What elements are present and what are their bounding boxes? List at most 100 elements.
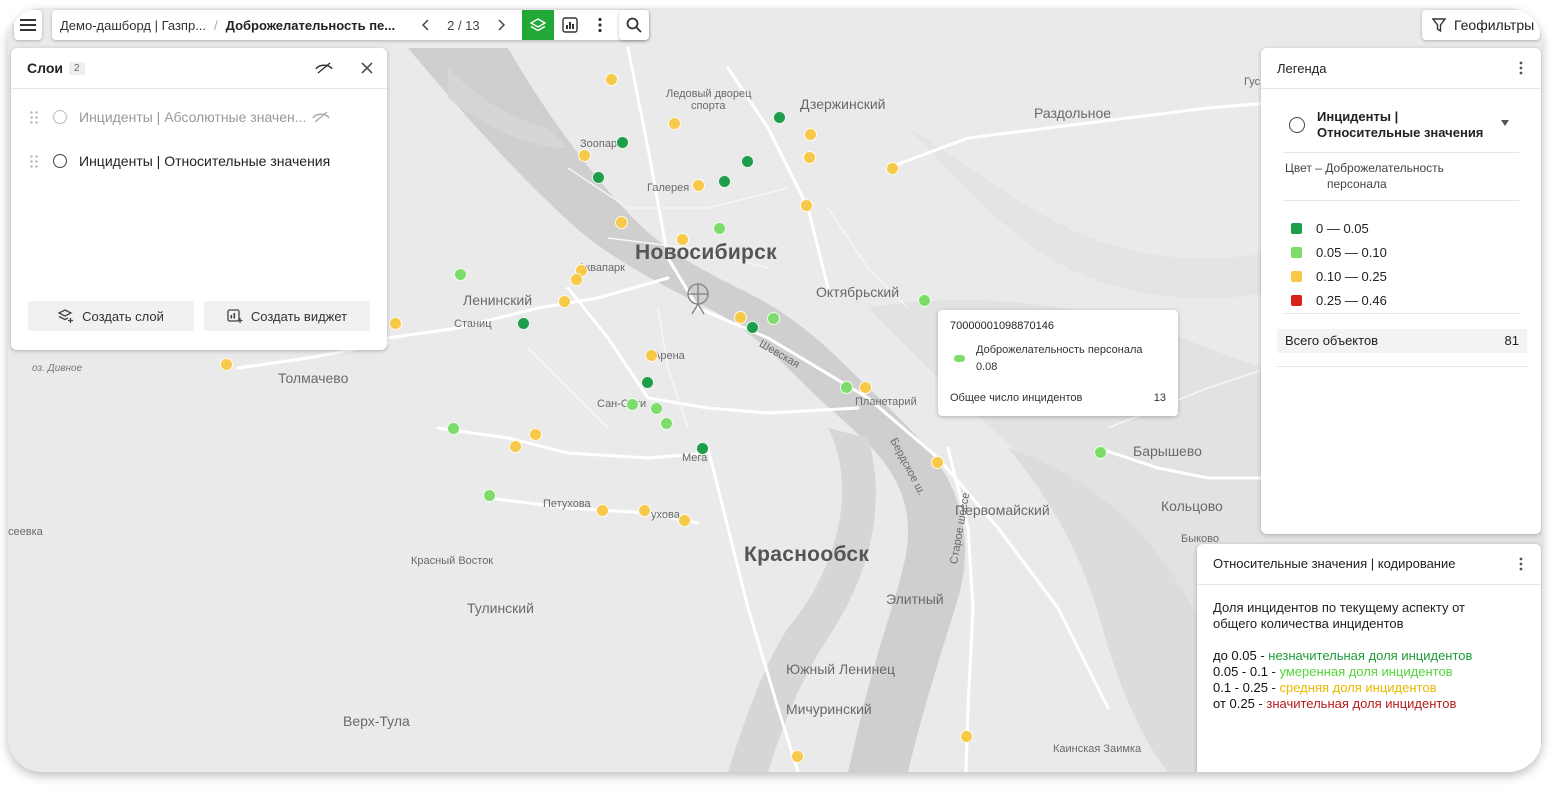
incident-point[interactable] [220, 358, 233, 371]
feature-tooltip: 70000001098870146 Доброжелательность пер… [938, 310, 1178, 416]
legend-title: Легенда [1277, 61, 1327, 76]
legend-color-swatch [1291, 271, 1302, 282]
layer-radio[interactable] [53, 154, 67, 168]
legend-class-label: 0 — 0.05 [1316, 221, 1369, 236]
map-label-yuzhny-leninets: Южный Ленинец [786, 661, 896, 677]
tooltip-feature-id: 70000001098870146 [950, 320, 1055, 332]
incident-point[interactable] [509, 440, 522, 453]
incident-point[interactable] [483, 489, 496, 502]
incident-point[interactable] [517, 317, 530, 330]
incident-point[interactable] [529, 428, 542, 441]
more-options-button[interactable] [586, 10, 614, 40]
widgets-button[interactable] [554, 10, 586, 40]
layer-item-relative[interactable]: Инциденты | Относительные значения [29, 153, 330, 169]
chevron-right-icon [498, 19, 505, 31]
incident-point[interactable] [389, 317, 402, 330]
incident-point[interactable] [800, 199, 813, 212]
map-label-kainskaya: Каинская Заимка [1053, 743, 1142, 755]
legend-class-item: 0.25 — 0.46 [1291, 293, 1387, 308]
incident-point[interactable] [718, 175, 731, 188]
incident-point[interactable] [696, 442, 709, 455]
incident-point[interactable] [767, 312, 780, 325]
layer-label: Инциденты | Абсолютные значен... [79, 109, 307, 125]
breadcrumb-parent[interactable]: Демо-дашборд | Газпр... [60, 18, 206, 33]
kebab-icon [1519, 557, 1523, 571]
legend-class-item: 0 — 0.05 [1291, 221, 1369, 236]
incident-point[interactable] [592, 171, 605, 184]
map-label-ice-palace-1: Ледовый дворец [666, 88, 752, 100]
search-icon [626, 17, 642, 33]
tooltip-count-value: 13 [1153, 392, 1166, 404]
next-page-button[interactable] [494, 15, 508, 35]
legend-class-label: 0.05 — 0.10 [1316, 245, 1387, 260]
close-layers-panel-button[interactable] [359, 60, 375, 76]
incident-point[interactable] [596, 504, 609, 517]
incident-point[interactable] [886, 162, 899, 175]
incident-point[interactable] [734, 311, 747, 324]
create-layer-button[interactable]: Создать слой [28, 301, 194, 331]
legend-expand-button[interactable] [1499, 118, 1511, 128]
incident-point[interactable] [746, 321, 759, 334]
layer-item-absolute[interactable]: Инциденты | Абсолютные значен... [29, 109, 331, 125]
incident-point[interactable] [741, 155, 754, 168]
geofilters-button[interactable]: Геофильтры [1422, 10, 1540, 40]
incident-point[interactable] [676, 233, 689, 246]
incident-point[interactable] [570, 273, 583, 286]
menu-button[interactable] [14, 10, 42, 40]
create-widget-label: Создать виджет [250, 308, 348, 324]
incident-point[interactable] [692, 179, 705, 192]
incident-point[interactable] [638, 504, 651, 517]
drag-handle-icon[interactable] [29, 110, 39, 124]
incident-point[interactable] [1094, 446, 1107, 459]
incident-point[interactable] [454, 268, 467, 281]
breadcrumb-separator: / [214, 17, 218, 33]
incident-point[interactable] [960, 730, 973, 743]
incident-point[interactable] [803, 151, 816, 164]
encoding-line: до 0.05 - незначительная доля инцидентов [1213, 648, 1472, 664]
incident-point[interactable] [931, 456, 944, 469]
chevron-left-icon [422, 19, 429, 31]
incident-point[interactable] [859, 381, 872, 394]
layers-toggle-button[interactable] [521, 10, 554, 40]
geofilters-label: Геофильтры [1454, 17, 1535, 33]
incident-point[interactable] [713, 222, 726, 235]
incident-point[interactable] [578, 149, 591, 162]
layer-radio[interactable] [53, 110, 67, 124]
encoding-desc-line2: общего количества инцидентов [1213, 616, 1404, 631]
incident-point[interactable] [447, 422, 460, 435]
incident-point[interactable] [840, 381, 853, 394]
incident-point[interactable] [660, 417, 673, 430]
incident-point[interactable] [645, 349, 658, 362]
legend-menu-button[interactable] [1515, 60, 1527, 76]
legend-total-label: Всего объектов [1285, 333, 1379, 348]
eye-off-icon[interactable] [312, 110, 331, 124]
encoding-line: 0.1 - 0.25 - средняя доля инцидентов [1213, 680, 1472, 696]
layers-panel: Слои 2 Инциденты | Абсолютные значен... … [11, 48, 387, 350]
search-button[interactable] [619, 10, 649, 40]
incident-point[interactable] [804, 128, 817, 141]
incident-point[interactable] [650, 402, 663, 415]
incident-point[interactable] [773, 111, 786, 124]
prev-page-button[interactable] [419, 15, 433, 35]
incident-point[interactable] [668, 117, 681, 130]
map-label-tolmachevo: Толмачево [278, 370, 349, 386]
incident-point[interactable] [616, 136, 629, 149]
toggle-visibility-all-button[interactable] [313, 60, 335, 76]
incident-point[interactable] [641, 376, 654, 389]
legend-class-item: 0.05 — 0.10 [1291, 245, 1387, 260]
drag-handle-icon[interactable] [29, 154, 39, 168]
encoding-text: незначительная доля инцидентов [1268, 648, 1473, 663]
legend-layer-radio[interactable] [1289, 117, 1305, 133]
incident-point[interactable] [605, 73, 618, 86]
incident-point[interactable] [918, 294, 931, 307]
encoding-sep: - [1267, 664, 1280, 679]
incident-point[interactable] [615, 216, 628, 229]
incident-point[interactable] [626, 398, 639, 411]
incident-point[interactable] [558, 295, 571, 308]
incident-point[interactable] [678, 514, 691, 527]
incident-point[interactable] [791, 750, 804, 763]
encoding-menu-button[interactable] [1515, 556, 1527, 572]
legend-color-swatch [1291, 247, 1302, 258]
encoding-range: от 0.25 [1213, 696, 1255, 711]
create-widget-button[interactable]: Создать виджет [204, 301, 370, 331]
